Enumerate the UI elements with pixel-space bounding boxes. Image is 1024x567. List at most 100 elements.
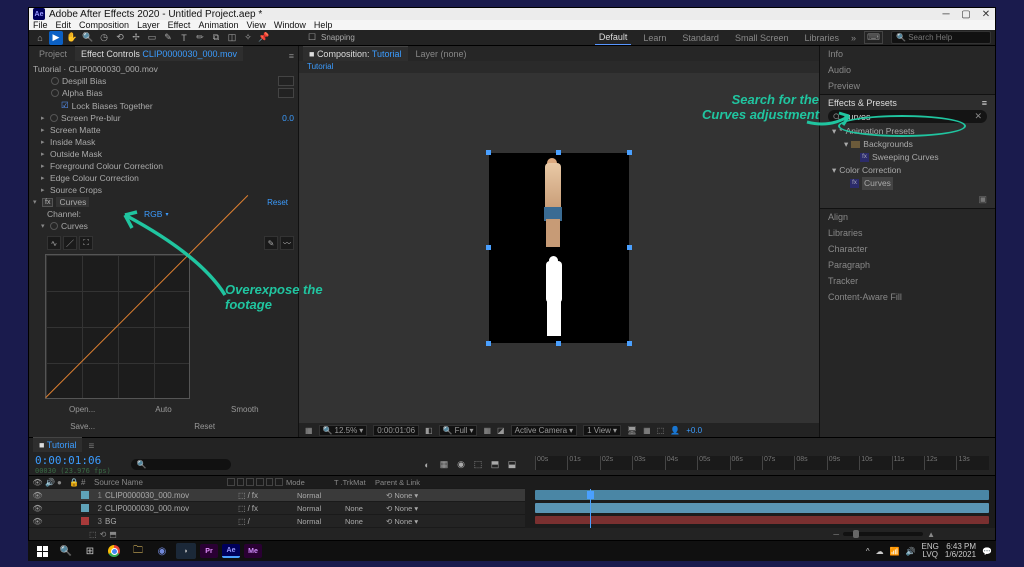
- brush-tool-icon[interactable]: ✏: [193, 31, 207, 45]
- tab-composition[interactable]: ■ Composition: Tutorial: [303, 46, 408, 61]
- curves-open-button[interactable]: Open...: [43, 403, 121, 416]
- zoom-in-icon[interactable]: ▲: [927, 530, 935, 539]
- tray-wifi-icon[interactable]: 📶: [890, 547, 900, 556]
- viewer-icon[interactable]: ▦: [643, 426, 651, 435]
- curve-pencil-icon[interactable]: ✎: [264, 236, 278, 250]
- col-trkmat[interactable]: T .TrkMat: [334, 478, 372, 487]
- tray-cloud-icon[interactable]: ☁: [876, 547, 884, 556]
- reset-link[interactable]: Reset: [267, 198, 288, 207]
- playhead[interactable]: [590, 489, 591, 528]
- prop-screen-preblur[interactable]: Screen Pre-blur: [61, 113, 121, 123]
- col-source[interactable]: Source Name: [94, 478, 224, 487]
- layer-bar[interactable]: [535, 503, 989, 513]
- anchor-tool-icon[interactable]: ✢: [129, 31, 143, 45]
- menu-window[interactable]: Window: [274, 20, 306, 30]
- exposure-value[interactable]: +0.0: [686, 426, 702, 435]
- workspace-learn[interactable]: Learn: [639, 31, 670, 45]
- panel-menu-icon[interactable]: ≡: [88, 441, 94, 452]
- prop-lock-biases[interactable]: Lock Biases Together: [72, 101, 153, 111]
- tray-lang[interactable]: ENGLVQ: [922, 543, 939, 559]
- stopwatch-icon[interactable]: [50, 222, 58, 230]
- clear-search-icon[interactable]: ✕: [974, 111, 982, 122]
- panel-tracker[interactable]: Tracker: [820, 273, 995, 289]
- media-encoder-icon[interactable]: Me: [244, 544, 262, 558]
- zoom-tool-icon[interactable]: 🔍: [81, 31, 95, 45]
- camera-dropdown[interactable]: Active Camera ▾: [511, 425, 577, 436]
- tab-timeline[interactable]: ■ Tutorial: [33, 437, 82, 452]
- viewer-icon[interactable]: 👤: [670, 426, 680, 435]
- trkmat-dropdown[interactable]: None: [345, 517, 383, 526]
- tree-sweeping-curves[interactable]: fxSweeping Curves: [832, 151, 987, 164]
- curve-linear-icon[interactable]: ／: [63, 236, 77, 250]
- prop-inside-mask[interactable]: Inside Mask: [50, 137, 95, 147]
- menu-help[interactable]: Help: [314, 20, 333, 30]
- parent-dropdown[interactable]: ⟲ None ▾: [386, 517, 436, 526]
- breadcrumb[interactable]: Tutorial: [307, 62, 333, 71]
- layer-name[interactable]: CLIP0000030_000.mov: [105, 504, 235, 513]
- roto-tool-icon[interactable]: ✧: [241, 31, 255, 45]
- mode-dropdown[interactable]: Normal: [297, 517, 342, 526]
- transform-handle[interactable]: [627, 245, 632, 250]
- menu-view[interactable]: View: [246, 20, 265, 30]
- tl-tool-icon[interactable]: ⬒: [488, 458, 502, 472]
- tab-project[interactable]: Project: [33, 47, 73, 61]
- toolbar-kb-icon[interactable]: ⌨: [864, 31, 883, 44]
- panel-align[interactable]: Align: [820, 209, 995, 225]
- chevron-right-icon[interactable]: ▸: [41, 186, 47, 194]
- explorer-icon[interactable]: 🗀: [128, 543, 148, 559]
- snapping-checkbox[interactable]: ☐: [305, 31, 319, 45]
- stopwatch-icon[interactable]: [51, 77, 59, 85]
- transform-handle[interactable]: [556, 150, 561, 155]
- panel-libraries[interactable]: Libraries: [820, 225, 995, 241]
- tab-layer[interactable]: Layer (none): [410, 47, 473, 61]
- transform-handle[interactable]: [627, 150, 632, 155]
- tree-animation-presets[interactable]: ▾*Animation Presets: [832, 125, 987, 138]
- composition-viewer[interactable]: [299, 73, 819, 423]
- prop-fg-cc[interactable]: Foreground Colour Correction: [50, 161, 163, 171]
- tl-tool-icon[interactable]: ⬚: [471, 458, 485, 472]
- stopwatch-icon[interactable]: [50, 114, 58, 122]
- menu-layer[interactable]: Layer: [137, 20, 160, 30]
- search-help-input[interactable]: 🔍 Search Help: [891, 31, 991, 44]
- start-button[interactable]: [32, 543, 52, 559]
- curves-graph[interactable]: [45, 254, 190, 399]
- time-ruler[interactable]: 00s 01s 02s 03s 04s 05s 06s 07s 08s 09s …: [535, 456, 989, 470]
- workspace-menu-icon[interactable]: »: [851, 33, 856, 43]
- chevron-right-icon[interactable]: ▸: [41, 150, 47, 158]
- panel-preview[interactable]: Preview: [820, 78, 995, 94]
- parent-dropdown[interactable]: ⟲ None ▾: [386, 491, 436, 500]
- effect-curves[interactable]: Curves: [56, 197, 89, 207]
- tree-curves-effect[interactable]: fxCurves: [832, 177, 987, 190]
- checkbox-lock-biases[interactable]: ☑: [61, 100, 69, 111]
- col-mode[interactable]: Mode: [286, 478, 331, 487]
- tl-tool-icon[interactable]: ◉: [454, 458, 468, 472]
- premiere-icon[interactable]: Pr: [200, 544, 218, 558]
- type-tool-icon[interactable]: T: [177, 31, 191, 45]
- layer-row[interactable]: 👁 1 CLIP0000030_000.mov ⬚/fx Normal ⟲ No…: [29, 489, 525, 502]
- minimize-button[interactable]: ─: [941, 9, 951, 19]
- tl-tool-icon[interactable]: ▦: [437, 458, 451, 472]
- curves-auto-button[interactable]: Auto: [124, 403, 202, 416]
- layer-name[interactable]: BG: [105, 517, 235, 526]
- chevron-right-icon[interactable]: ▸: [41, 138, 47, 146]
- toggle-switches-icon[interactable]: ⬒: [109, 530, 117, 539]
- chrome-icon[interactable]: [104, 543, 124, 559]
- chevron-right-icon[interactable]: ▸: [41, 114, 47, 122]
- trkmat-dropdown[interactable]: None: [345, 504, 383, 513]
- stopwatch-icon[interactable]: [51, 89, 59, 97]
- fx-badge-icon[interactable]: fx: [42, 198, 53, 207]
- menu-file[interactable]: File: [33, 20, 48, 30]
- presets-search-input[interactable]: curves ✕: [828, 110, 987, 123]
- curves-reset-button[interactable]: Reset: [125, 420, 284, 433]
- prop-screen-matte[interactable]: Screen Matte: [50, 125, 101, 135]
- toggle-switches-icon[interactable]: ⬚: [89, 530, 97, 539]
- transform-handle[interactable]: [556, 341, 561, 346]
- workspace-standard[interactable]: Standard: [678, 31, 723, 45]
- home-tool-icon[interactable]: ⌂: [33, 31, 47, 45]
- timeline-tracks[interactable]: [525, 489, 995, 528]
- layer-bar[interactable]: [535, 516, 989, 524]
- col-parent[interactable]: Parent & Link: [375, 478, 425, 487]
- pen-tool-icon[interactable]: ✎: [161, 31, 175, 45]
- visibility-toggle[interactable]: 👁: [33, 517, 42, 526]
- views-dropdown[interactable]: 1 View ▾: [583, 425, 621, 436]
